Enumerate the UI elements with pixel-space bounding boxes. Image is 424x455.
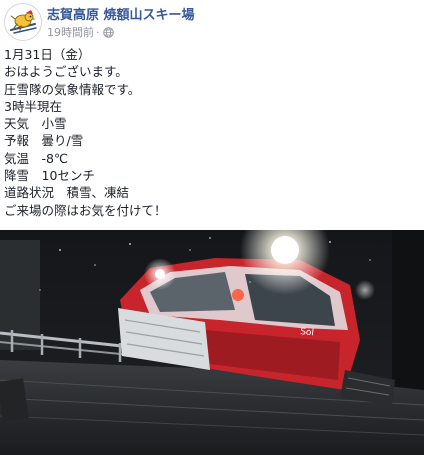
post-meta: 19時間前 · bbox=[47, 24, 114, 40]
closing-line: ご来場の際はお気を付けて！ bbox=[4, 202, 167, 218]
post-photo[interactable]: Sol bbox=[0, 230, 424, 455]
snowfall-line: 降雪 10センチ bbox=[4, 168, 95, 184]
post-timestamp[interactable]: 19時間前 bbox=[47, 26, 94, 39]
post-header: 志賀高原 焼額山スキー場 19時間前 · bbox=[0, 0, 424, 42]
facebook-post: 志賀高原 焼額山スキー場 19時間前 · 1月31日（金） おはようございます。 … bbox=[0, 0, 424, 455]
post-body: 1月31日（金） おはようございます。 圧雪隊の気象情報です。 3時半現在 天気… bbox=[4, 46, 418, 219]
meta-separator: · bbox=[96, 26, 100, 39]
temperature-line: 気温 -8℃ bbox=[4, 150, 69, 166]
svg-text:Sol: Sol bbox=[300, 327, 315, 338]
intro-line: 圧雪隊の気象情報です。 bbox=[4, 81, 141, 97]
ski-mascot-logo-icon bbox=[5, 4, 41, 40]
page-name-link[interactable]: 志賀高原 焼額山スキー場 bbox=[47, 4, 195, 23]
post-date-line: 1月31日（金） bbox=[4, 47, 91, 62]
weather-line: 天気 小雪 bbox=[4, 116, 67, 132]
forecast-line: 予報 曇り/雪 bbox=[4, 133, 84, 149]
snow-groomer-photo: Sol bbox=[0, 230, 424, 455]
greeting-line: おはようございます。 bbox=[4, 64, 128, 80]
globe-icon[interactable] bbox=[102, 27, 114, 38]
page-avatar[interactable] bbox=[4, 3, 42, 41]
report-time-line: 3時半現在 bbox=[4, 98, 62, 114]
road-condition-line: 道路状況 積雪、凍結 bbox=[4, 185, 130, 201]
